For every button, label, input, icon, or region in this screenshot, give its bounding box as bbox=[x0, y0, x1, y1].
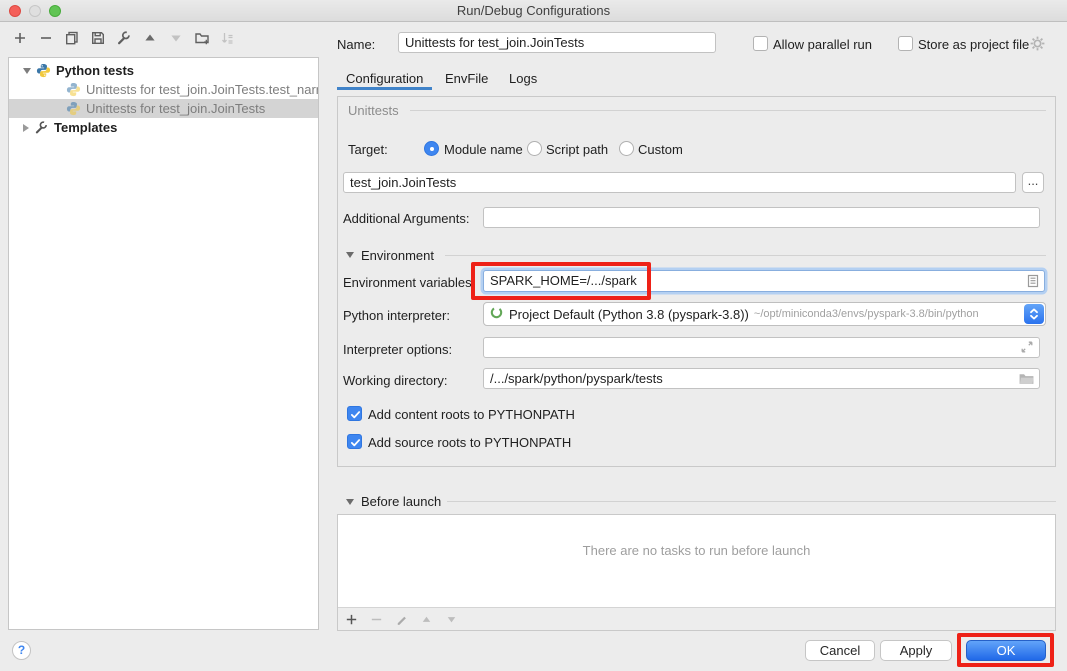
move-task-up-icon[interactable] bbox=[419, 612, 434, 627]
module-name-input[interactable]: test_join.JoinTests bbox=[343, 172, 1016, 193]
minimize-window-button[interactable] bbox=[29, 5, 41, 17]
add-task-icon[interactable] bbox=[344, 612, 359, 627]
apply-button[interactable]: Apply bbox=[880, 640, 952, 661]
store-as-project-file-label[interactable]: Store as project file bbox=[918, 37, 1029, 52]
save-icon[interactable] bbox=[90, 30, 106, 46]
environment-variables-input[interactable]: SPARK_HOME=/.../spark bbox=[483, 270, 1045, 292]
radio-script-path[interactable] bbox=[527, 141, 542, 156]
environment-variables-label: Environment variables: bbox=[343, 275, 475, 290]
edit-templates-wrench-icon[interactable] bbox=[116, 30, 132, 46]
python-interpreter-label: Python interpreter: bbox=[343, 308, 450, 323]
remove-task-icon[interactable] bbox=[369, 612, 384, 627]
conda-env-icon bbox=[489, 305, 504, 323]
tab-logs[interactable]: Logs bbox=[509, 71, 537, 86]
store-as-project-file-checkbox[interactable] bbox=[898, 36, 913, 51]
gear-icon[interactable] bbox=[1029, 35, 1046, 52]
tree-item-python-tests[interactable]: Python tests bbox=[9, 61, 318, 80]
add-source-roots-label[interactable]: Add source roots to PYTHONPATH bbox=[368, 435, 571, 450]
interpreter-options-label: Interpreter options: bbox=[343, 342, 452, 357]
chevron-down-icon[interactable] bbox=[23, 68, 31, 74]
allow-parallel-run-checkbox[interactable] bbox=[753, 36, 768, 51]
before-launch-empty-message: There are no tasks to run before launch bbox=[338, 543, 1055, 558]
edit-variables-icon[interactable] bbox=[1025, 273, 1041, 292]
environment-section-label[interactable]: Environment bbox=[361, 248, 434, 263]
python-icon bbox=[66, 101, 81, 116]
additional-arguments-label: Additional Arguments: bbox=[343, 211, 469, 226]
before-launch-collapse-icon[interactable] bbox=[346, 499, 354, 505]
working-directory-label: Working directory: bbox=[343, 373, 448, 388]
add-source-roots-checkbox[interactable] bbox=[347, 434, 362, 449]
move-down-icon[interactable] bbox=[168, 30, 184, 46]
zoom-window-button[interactable] bbox=[49, 5, 61, 17]
name-label: Name: bbox=[337, 37, 375, 52]
tree-item-label: Python tests bbox=[56, 63, 134, 78]
window-title: Run/Debug Configurations bbox=[0, 0, 1067, 21]
add-icon[interactable] bbox=[12, 30, 28, 46]
environment-variables-value: SPARK_HOME=/.../spark bbox=[490, 273, 637, 288]
browse-button[interactable]: ... bbox=[1022, 172, 1044, 193]
sort-alphabetically-icon[interactable] bbox=[220, 30, 236, 46]
radio-custom-label[interactable]: Custom bbox=[638, 142, 683, 157]
divider bbox=[410, 110, 1046, 111]
radio-module-name-label[interactable]: Module name bbox=[444, 142, 523, 157]
before-launch-panel: There are no tasks to run before launch bbox=[337, 514, 1056, 631]
cancel-button[interactable]: Cancel bbox=[805, 640, 875, 661]
python-interpreter-path: ~/opt/miniconda3/envs/pyspark-3.8/bin/py… bbox=[754, 308, 979, 320]
ok-button[interactable]: OK bbox=[966, 640, 1046, 661]
chevron-right-icon[interactable] bbox=[23, 124, 29, 132]
tab-envfile[interactable]: EnvFile bbox=[445, 71, 488, 86]
additional-arguments-input[interactable] bbox=[483, 207, 1040, 228]
python-interpreter-select[interactable]: Project Default (Python 3.8 (pyspark-3.8… bbox=[483, 302, 1046, 326]
new-folder-icon[interactable] bbox=[194, 30, 210, 46]
divider bbox=[445, 255, 1046, 256]
name-input[interactable]: Unittests for test_join.JoinTests bbox=[398, 32, 716, 53]
title-bar: Run/Debug Configurations bbox=[0, 0, 1067, 22]
move-task-down-icon[interactable] bbox=[444, 612, 459, 627]
tree-item-label: Unittests for test_join.JoinTests.test_n… bbox=[86, 82, 318, 97]
python-icon bbox=[36, 63, 51, 78]
environment-collapse-icon[interactable] bbox=[346, 252, 354, 258]
move-up-icon[interactable] bbox=[142, 30, 158, 46]
close-window-button[interactable] bbox=[9, 5, 21, 17]
target-label: Target: bbox=[348, 142, 388, 157]
radio-module-name[interactable] bbox=[424, 141, 439, 156]
interpreter-options-input[interactable] bbox=[483, 337, 1040, 358]
combo-stepper-icon[interactable] bbox=[1024, 304, 1044, 324]
working-directory-input[interactable]: /.../spark/python/pyspark/tests bbox=[483, 368, 1040, 389]
tree-item-label: Templates bbox=[54, 120, 117, 135]
tree-item-templates[interactable]: Templates bbox=[9, 118, 318, 137]
expand-field-icon[interactable] bbox=[1019, 339, 1035, 355]
help-button[interactable]: ? bbox=[12, 641, 31, 660]
copy-icon[interactable] bbox=[64, 30, 80, 46]
remove-icon[interactable] bbox=[38, 30, 54, 46]
active-tab-indicator bbox=[337, 87, 432, 90]
add-content-roots-label[interactable]: Add content roots to PYTHONPATH bbox=[368, 407, 575, 422]
before-launch-toolbar bbox=[338, 607, 1055, 630]
tree-item-unittests-test-narrow[interactable]: Unittests for test_join.JoinTests.test_n… bbox=[9, 80, 318, 99]
wrench-icon bbox=[34, 120, 49, 135]
python-icon bbox=[66, 82, 81, 97]
radio-custom[interactable] bbox=[619, 141, 634, 156]
allow-parallel-run-label[interactable]: Allow parallel run bbox=[773, 37, 872, 52]
python-interpreter-value: Project Default (Python 3.8 (pyspark-3.8… bbox=[509, 307, 749, 322]
radio-script-path-label[interactable]: Script path bbox=[546, 142, 608, 157]
configurations-toolbar bbox=[12, 30, 236, 46]
divider bbox=[447, 501, 1056, 502]
folder-icon[interactable] bbox=[1018, 370, 1035, 387]
tree-item-unittests-jointests-selected[interactable]: Unittests for test_join.JoinTests bbox=[9, 99, 318, 118]
before-launch-section-label[interactable]: Before launch bbox=[361, 494, 441, 509]
tree-item-label: Unittests for test_join.JoinTests bbox=[86, 101, 265, 116]
unittests-group-label: Unittests bbox=[348, 103, 399, 118]
run-configurations-tree: Python tests Unittests for test_join.Joi… bbox=[8, 57, 319, 630]
add-content-roots-checkbox[interactable] bbox=[347, 406, 362, 421]
edit-task-pencil-icon[interactable] bbox=[394, 612, 409, 627]
tab-configuration[interactable]: Configuration bbox=[346, 71, 423, 86]
